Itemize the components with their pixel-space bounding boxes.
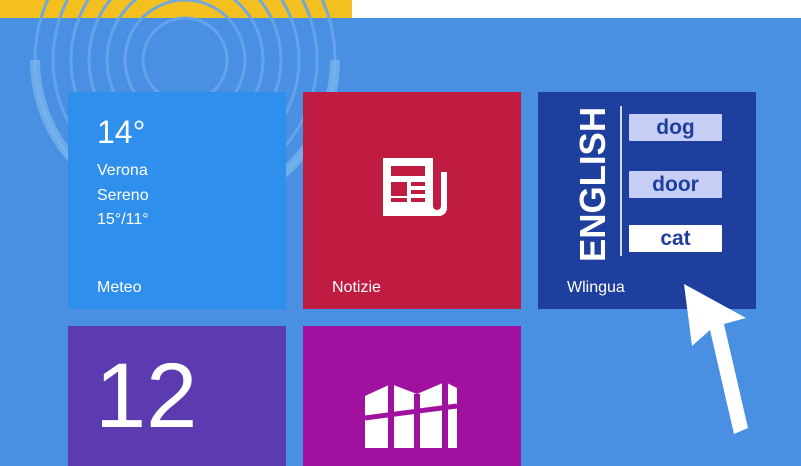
weather-city: Verona: [97, 162, 148, 179]
wlingua-word-door: door: [629, 171, 722, 198]
news-tile-label: Notizie: [332, 279, 381, 296]
newspaper-icon: [383, 158, 447, 216]
top-strip: [0, 0, 801, 18]
map-icon: [364, 382, 458, 448]
maps-tile[interactable]: [303, 326, 521, 466]
weather-tile-label: Meteo: [97, 279, 142, 296]
top-accent-bar: [0, 0, 352, 18]
weather-condition: Sereno: [97, 187, 149, 204]
wlingua-divider: [620, 106, 622, 256]
pointer-arrow-icon: [684, 284, 748, 434]
wlingua-tile[interactable]: ENGLISH dog door cat Wlingua: [538, 92, 756, 309]
wlingua-word-cat: cat: [629, 225, 722, 252]
weather-temperature: 14°: [97, 114, 146, 150]
news-tile[interactable]: Notizie: [303, 92, 521, 309]
svg-text:ENGLISH: ENGLISH: [572, 107, 613, 262]
wlingua-vertical-text: ENGLISH: [572, 107, 613, 262]
wlingua-word-dog: dog: [629, 114, 722, 141]
weather-tile[interactable]: 14° Verona Sereno 15°/11° Meteo: [68, 92, 286, 309]
calendar-tile[interactable]: 12: [68, 326, 286, 466]
calendar-day: 12: [95, 345, 198, 447]
weather-range: 15°/11°: [97, 211, 149, 228]
wlingua-tile-label: Wlingua: [567, 279, 625, 296]
